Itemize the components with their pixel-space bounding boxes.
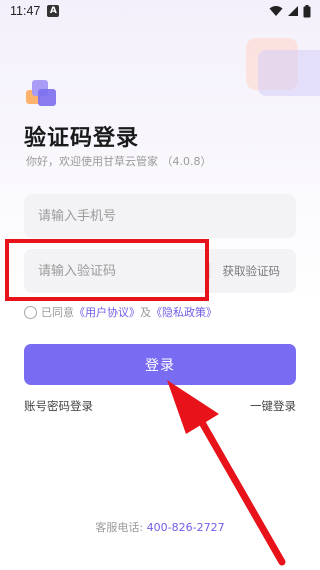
a-notification-icon: A: [47, 5, 60, 17]
status-time: 11:47: [10, 4, 41, 18]
wifi-icon: [269, 6, 283, 16]
agreement-and: 及: [140, 306, 151, 319]
phone-input[interactable]: [38, 194, 218, 238]
status-icons: [269, 4, 311, 18]
service-label: 客服电话:: [95, 521, 144, 534]
get-code-button[interactable]: 获取验证码: [223, 249, 281, 293]
page-title: 验证码登录: [24, 126, 140, 151]
decorative-shape: [258, 50, 320, 96]
privacy-policy-link[interactable]: 《隐私政策》: [151, 304, 217, 320]
one-click-login-link[interactable]: 一键登录: [250, 398, 296, 414]
agreement-row: 已同意 《用户协议》 及 《隐私政策》: [24, 304, 217, 320]
login-button[interactable]: 登录: [24, 344, 296, 385]
customer-service-footer: 客服电话: 400-826-2727: [0, 519, 320, 535]
password-login-link[interactable]: 账号密码登录: [24, 398, 93, 414]
user-agreement-link[interactable]: 《用户协议》: [74, 304, 140, 320]
radio-unchecked-icon[interactable]: [24, 305, 37, 319]
divider: [209, 263, 210, 279]
code-field[interactable]: 获取验证码: [24, 249, 296, 293]
status-left: 11:47 A: [10, 4, 60, 18]
agreement-prefix: 已同意: [41, 306, 74, 319]
status-bar: 11:47 A: [0, 0, 320, 22]
verification-code-input[interactable]: [38, 249, 218, 293]
phone-field[interactable]: [24, 194, 296, 238]
app-logo-icon: [26, 80, 56, 106]
battery-icon: [303, 4, 311, 17]
app-subtitle: 你好，欢迎使用甘草云管家 （4.0.8）: [26, 155, 212, 168]
signal-icon: [288, 6, 298, 16]
service-phone-link[interactable]: 400-826-2727: [147, 521, 225, 534]
